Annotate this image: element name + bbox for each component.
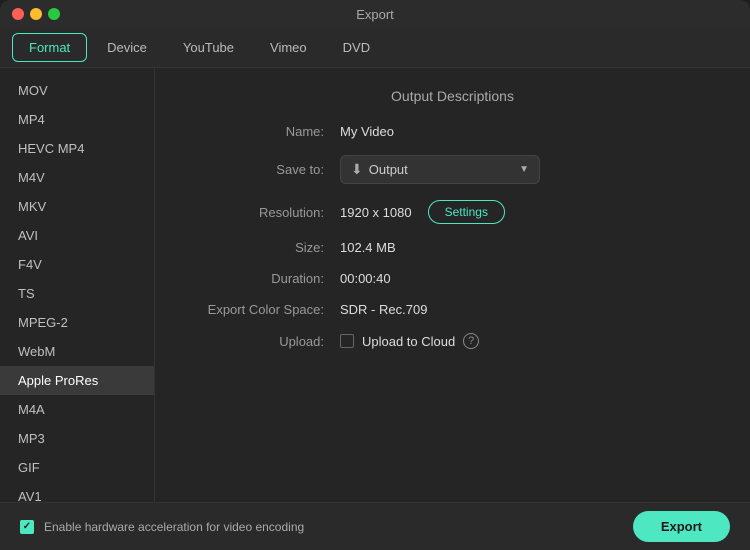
maximize-button[interactable]	[48, 8, 60, 20]
sidebar-item-avi[interactable]: AVI	[0, 221, 154, 250]
sidebar-item-hevc-mp4[interactable]: HEVC MP4	[0, 134, 154, 163]
chevron-down-icon: ▼	[519, 164, 529, 175]
sidebar-item-m4v[interactable]: M4V	[0, 163, 154, 192]
name-label: Name:	[185, 124, 340, 139]
duration-row: Duration: 00:00:40	[185, 271, 720, 286]
title-bar: Export	[0, 0, 750, 28]
name-row: Name:	[185, 124, 720, 139]
help-icon[interactable]: ?	[463, 333, 479, 349]
color-space-value: SDR - Rec.709	[340, 302, 720, 317]
export-window: Export Format Device YouTube Vimeo DVD M…	[0, 0, 750, 550]
upload-label: Upload:	[185, 334, 340, 349]
sidebar-item-mov[interactable]: MOV	[0, 76, 154, 105]
duration-label: Duration:	[185, 271, 340, 286]
tab-format[interactable]: Format	[12, 33, 87, 62]
color-space-row: Export Color Space: SDR - Rec.709	[185, 302, 720, 317]
sidebar-item-av1[interactable]: AV1	[0, 482, 154, 502]
sidebar-item-mp4[interactable]: MP4	[0, 105, 154, 134]
color-space-label: Export Color Space:	[185, 302, 340, 317]
sidebar-item-mkv[interactable]: MKV	[0, 192, 154, 221]
tab-youtube[interactable]: YouTube	[167, 34, 250, 61]
name-input[interactable]	[340, 124, 720, 139]
save-to-value: Output	[369, 162, 408, 177]
sidebar-item-m4a[interactable]: M4A	[0, 395, 154, 424]
window-title: Export	[356, 7, 394, 22]
folder-icon: ⬇	[351, 161, 363, 178]
save-to-row: Save to: ⬇ Output ▼	[185, 155, 720, 184]
upload-row: Upload: Upload to Cloud ?	[185, 333, 720, 349]
main-content: MOV MP4 HEVC MP4 M4V MKV AVI F4V TS MPEG…	[0, 68, 750, 502]
duration-value: 00:00:40	[340, 271, 720, 286]
size-label: Size:	[185, 240, 340, 255]
resolution-value: 1920 x 1080	[340, 205, 412, 220]
sidebar-item-gif[interactable]: GIF	[0, 453, 154, 482]
format-sidebar: MOV MP4 HEVC MP4 M4V MKV AVI F4V TS MPEG…	[0, 68, 155, 502]
window-controls	[12, 8, 60, 20]
size-value: 102.4 MB	[340, 240, 720, 255]
sidebar-item-webm[interactable]: WebM	[0, 337, 154, 366]
settings-button[interactable]: Settings	[428, 200, 505, 224]
sidebar-item-ts[interactable]: TS	[0, 279, 154, 308]
footer: ✓ Enable hardware acceleration for video…	[0, 502, 750, 550]
tab-device[interactable]: Device	[91, 34, 163, 61]
upload-to-cloud-checkbox[interactable]	[340, 334, 354, 348]
section-title: Output Descriptions	[185, 88, 720, 104]
sidebar-item-apple-prores[interactable]: Apple ProRes	[0, 366, 154, 395]
tab-bar: Format Device YouTube Vimeo DVD	[0, 28, 750, 68]
sidebar-item-f4v[interactable]: F4V	[0, 250, 154, 279]
tab-dvd[interactable]: DVD	[327, 34, 386, 61]
resolution-row: Resolution: 1920 x 1080 Settings	[185, 200, 720, 224]
hardware-acceleration-checkbox[interactable]: ✓	[20, 520, 34, 534]
minimize-button[interactable]	[30, 8, 42, 20]
sidebar-item-mp3[interactable]: MP3	[0, 424, 154, 453]
export-button[interactable]: Export	[633, 511, 730, 542]
resolution-label: Resolution:	[185, 205, 340, 220]
size-row: Size: 102.4 MB	[185, 240, 720, 255]
upload-checkbox-label: Upload to Cloud	[362, 334, 455, 349]
tab-vimeo[interactable]: Vimeo	[254, 34, 323, 61]
output-panel: Output Descriptions Name: Save to: ⬇ Out…	[155, 68, 750, 502]
save-to-dropdown[interactable]: ⬇ Output ▼	[340, 155, 540, 184]
save-to-label: Save to:	[185, 162, 340, 177]
close-button[interactable]	[12, 8, 24, 20]
hardware-acceleration-label: Enable hardware acceleration for video e…	[44, 520, 304, 534]
sidebar-item-mpeg2[interactable]: MPEG-2	[0, 308, 154, 337]
